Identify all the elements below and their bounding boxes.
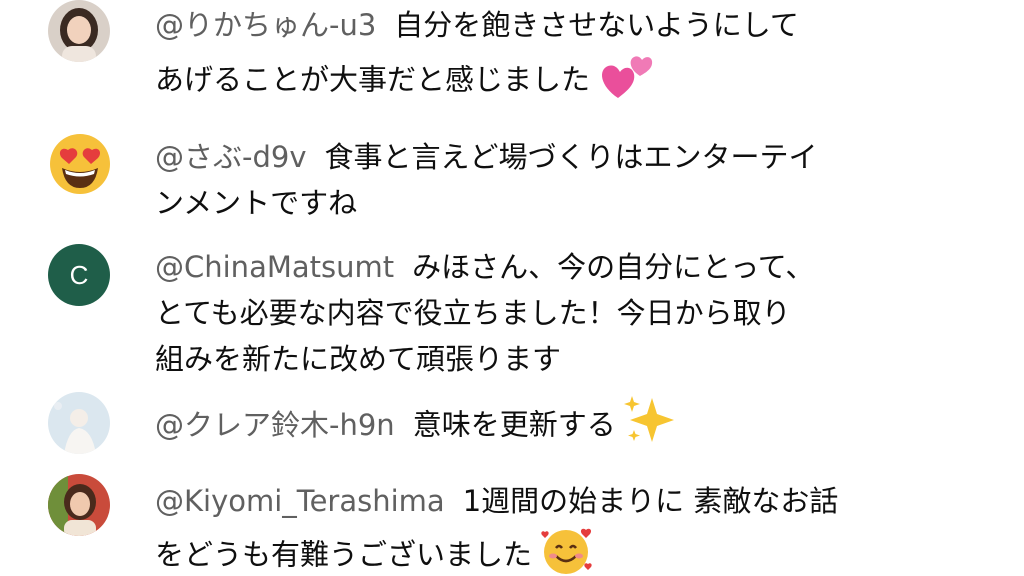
user-photo-icon xyxy=(48,474,110,536)
comment-author-handle[interactable]: @りかちゅん-u3 xyxy=(155,8,376,42)
comment-text: あげることが大事だと感じました xyxy=(155,62,591,97)
comment-author-handle[interactable]: @Kiyomi_Terashima xyxy=(155,484,445,518)
user-avatar[interactable] xyxy=(48,132,110,194)
comment-text: ンメントですね xyxy=(155,186,358,220)
sparkles-icon xyxy=(622,394,680,459)
comment-text: 自分を飽きさせないようにして xyxy=(394,8,799,42)
comment-text: 食事と言えど場づくりはエンターテイ xyxy=(324,140,818,174)
comment-text: 1週間の始まりに 素敵なお話 xyxy=(462,484,839,518)
comment-author-handle[interactable]: @ChinaMatsumt xyxy=(155,250,394,284)
comment-text: 組みを新たに改めて頑張ります xyxy=(155,342,562,376)
user-photo-icon xyxy=(48,0,110,62)
user-avatar[interactable] xyxy=(48,474,110,536)
smiling-face-with-hearts-icon xyxy=(538,524,596,576)
user-photo-icon xyxy=(48,392,110,454)
comment-text: をどうも有難うございました xyxy=(155,537,533,572)
comment-text: みほさん、今の自分にとって、 xyxy=(412,250,815,284)
heart-eyes-emoji-icon xyxy=(50,134,110,194)
comment-text: 意味を更新する xyxy=(412,407,616,442)
user-avatar[interactable] xyxy=(48,0,110,62)
user-avatar[interactable] xyxy=(48,392,110,454)
avatar-letter: C xyxy=(69,259,89,290)
comment-author-handle[interactable]: @さぶ-d9v xyxy=(155,140,307,174)
user-avatar[interactable]: C xyxy=(48,244,110,306)
comment-author-handle[interactable]: @クレア鈴木-h9n xyxy=(155,408,395,442)
two-hearts-icon xyxy=(596,48,658,115)
comment-text: とても必要な内容で役立ちました！今日から取り xyxy=(155,296,791,330)
